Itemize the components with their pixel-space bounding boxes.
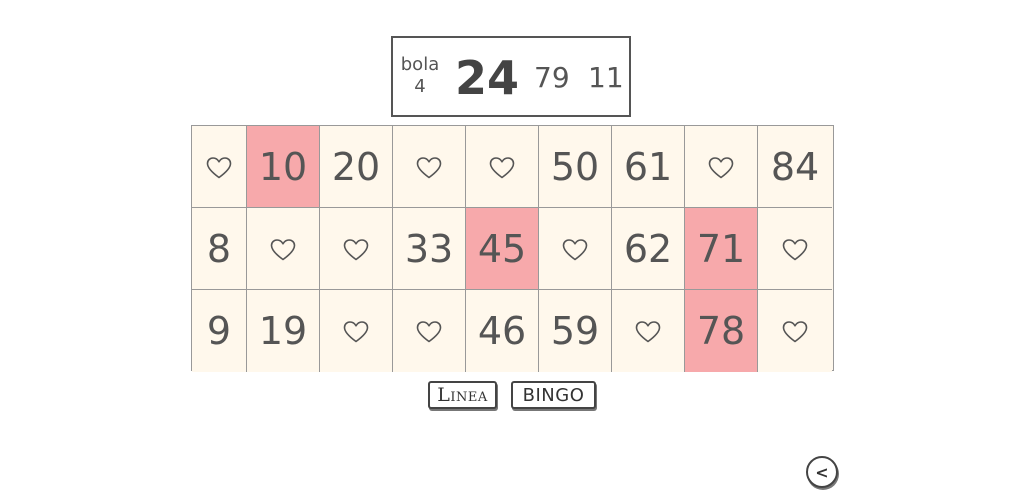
current-ball: 24: [455, 51, 520, 105]
heart-icon: [782, 309, 808, 353]
card-cell[interactable]: 62: [612, 208, 685, 290]
card-cell[interactable]: 59: [539, 290, 612, 372]
card-cell[interactable]: 45: [466, 208, 539, 290]
heart-icon: [343, 309, 369, 353]
linea-button[interactable]: Linea: [428, 381, 497, 409]
card-cell-empty[interactable]: [612, 290, 685, 372]
card-cell[interactable]: 20: [320, 126, 393, 208]
card-cell-empty[interactable]: [320, 208, 393, 290]
card-cell-empty[interactable]: [393, 126, 466, 208]
card-cell[interactable]: 71: [685, 208, 758, 290]
card-cell[interactable]: 46: [466, 290, 539, 372]
ball-counter: bola 4: [400, 54, 440, 98]
ball-counter-value: 4: [414, 76, 426, 97]
ball-counter-label: bola: [400, 54, 440, 75]
heart-icon: [489, 145, 515, 189]
heart-icon: [416, 145, 442, 189]
heart-icon: [708, 145, 734, 189]
heart-icon: [562, 227, 588, 271]
card-cell[interactable]: 19: [247, 290, 320, 372]
card-cell-empty[interactable]: [393, 290, 466, 372]
card-cell[interactable]: 61: [612, 126, 685, 208]
card-cell-empty[interactable]: [685, 126, 758, 208]
heart-icon: [343, 227, 369, 271]
bingo-game-screen: bola 4 24 79 11 10 20 50 61 84 8 33 45 62 71 9 19 46…: [0, 0, 1024, 500]
ball-display: bola 4 24 79 11: [391, 36, 631, 117]
heart-icon: [416, 309, 442, 353]
bingo-card: 10 20 50 61 84 8 33 45 62 71 9 19 46 59 78: [191, 125, 834, 372]
heart-icon: [270, 227, 296, 271]
card-cell[interactable]: 9: [192, 290, 247, 372]
card-cell[interactable]: 33: [393, 208, 466, 290]
card-cell-empty[interactable]: [192, 126, 247, 208]
bingo-button[interactable]: BINGO: [511, 381, 596, 409]
heart-icon: [635, 309, 661, 353]
card-cell[interactable]: 84: [758, 126, 832, 208]
card-cell-empty[interactable]: [320, 290, 393, 372]
card-cell-empty[interactable]: [466, 126, 539, 208]
card-cell[interactable]: 10: [247, 126, 320, 208]
heart-icon: [782, 227, 808, 271]
card-cell[interactable]: 8: [192, 208, 247, 290]
back-button[interactable]: <: [806, 456, 838, 488]
card-cell-empty[interactable]: [758, 290, 832, 372]
card-cell[interactable]: 50: [539, 126, 612, 208]
card-cell-empty[interactable]: [539, 208, 612, 290]
card-cell[interactable]: 78: [685, 290, 758, 372]
heart-icon: [206, 145, 232, 189]
previous-ball: 79: [534, 61, 570, 94]
previous-ball: 11: [588, 61, 624, 94]
card-cell-empty[interactable]: [247, 208, 320, 290]
card-cell-empty[interactable]: [758, 208, 832, 290]
